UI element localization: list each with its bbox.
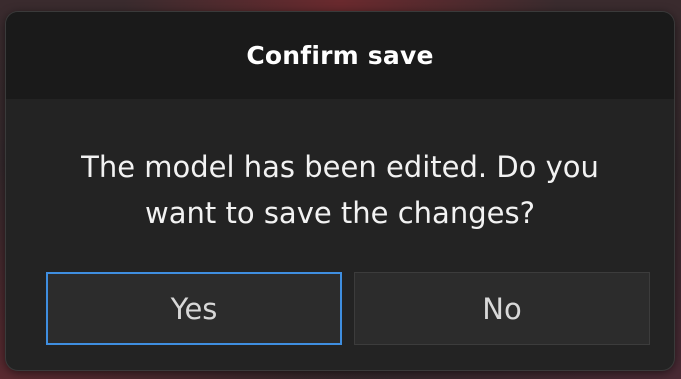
no-button-label: No bbox=[482, 291, 522, 326]
dialog-titlebar: Confirm save bbox=[6, 12, 674, 99]
yes-button-label: Yes bbox=[170, 291, 218, 326]
confirm-save-dialog: Confirm save The model has been edited. … bbox=[6, 12, 674, 370]
dialog-message-line-1: The model has been edited. Do you bbox=[81, 150, 599, 184]
dialog-message-line-2: want to save the changes? bbox=[145, 196, 535, 230]
no-button[interactable]: No bbox=[354, 272, 650, 345]
dialog-message: The model has been edited. Do you want t… bbox=[6, 144, 674, 236]
dialog-title: Confirm save bbox=[246, 41, 434, 70]
yes-button[interactable]: Yes bbox=[46, 272, 342, 345]
